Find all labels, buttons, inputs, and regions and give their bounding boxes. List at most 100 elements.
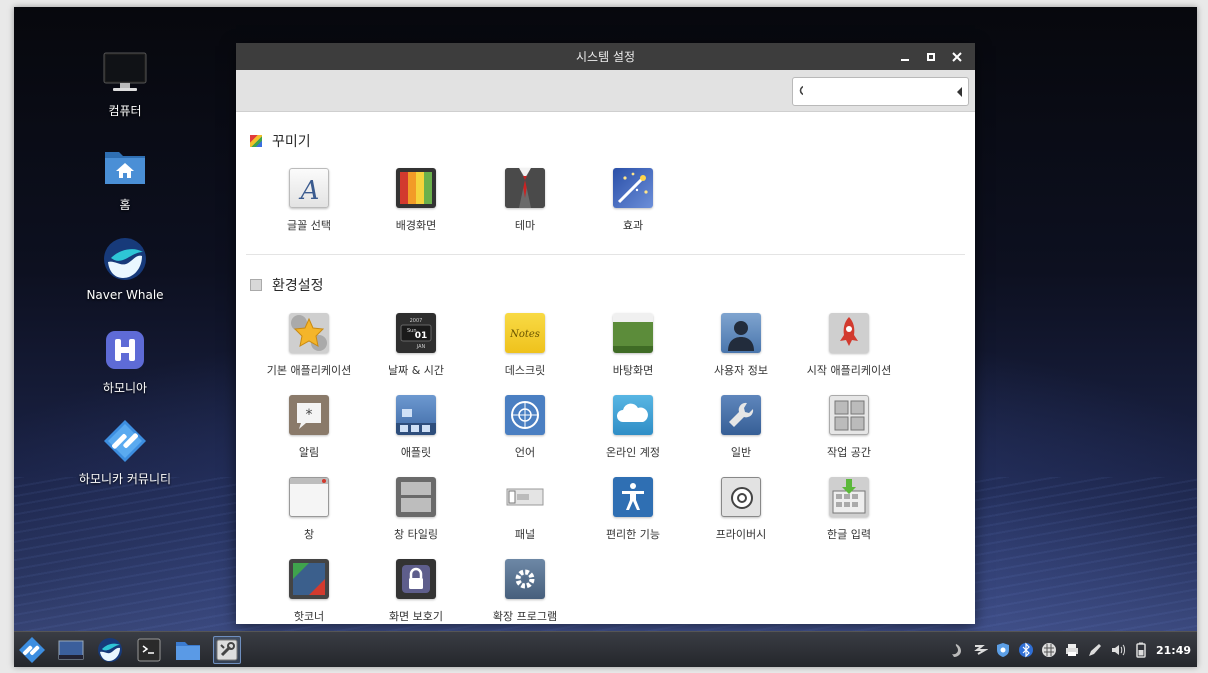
setting-wallpaper[interactable]: 배경화면: [361, 168, 471, 233]
setting-label: 바탕화면: [612, 364, 654, 377]
home-folder-icon: [102, 144, 148, 190]
maximize-icon: [927, 52, 935, 61]
desktop-icon-naver-whale[interactable]: Naver Whale: [65, 236, 185, 302]
setting-label: 확장 프로그램: [492, 610, 558, 623]
theme-icon: [505, 168, 545, 208]
setting-label: 테마: [514, 219, 536, 232]
desktop-icon-harmonia[interactable]: 하모니아: [65, 327, 185, 396]
setting-label: 배경화면: [395, 219, 437, 232]
volume-icon[interactable]: [1110, 642, 1126, 658]
calendar-icon: 2007 Sun 01 JAN: [396, 313, 436, 353]
keyboard-icon: [829, 477, 869, 517]
setting-hangul-input[interactable]: 한글 입력: [794, 477, 904, 542]
system-tray: 21:49: [949, 632, 1191, 667]
folder-icon: [176, 642, 200, 660]
system-settings-window: 시스템 설정 꾸미기 A 글꼴 선택 배경화면 테마 효과 환경설정 기본 애플…: [236, 43, 975, 624]
setting-windows[interactable]: 창: [254, 477, 364, 542]
setting-label: 기본 애플리케이션: [266, 364, 352, 377]
battery-icon[interactable]: [1133, 642, 1149, 658]
setting-applets[interactable]: 애플릿: [361, 395, 471, 460]
desklet-icon: Notes: [505, 313, 545, 353]
setting-extensions[interactable]: 확장 프로그램: [470, 559, 580, 624]
setting-privacy[interactable]: 프라이버시: [686, 477, 796, 542]
desktop-icon-computer[interactable]: 컴퓨터: [65, 50, 185, 119]
accessibility-icon: [613, 477, 653, 517]
setting-label: 창 타일링: [394, 528, 438, 541]
preferences-icon: [250, 279, 262, 291]
desktop-icon-label: 컴퓨터: [108, 104, 142, 118]
extensions-icon: [505, 559, 545, 599]
maximize-button[interactable]: [921, 47, 941, 67]
desktop-icon-label: 하모니카 커뮤니티: [78, 472, 172, 486]
clear-search-icon[interactable]: [956, 86, 962, 98]
privacy-icon: [721, 477, 761, 517]
show-desktop-icon: [58, 640, 84, 660]
setting-hot-corners[interactable]: 핫코너: [254, 559, 364, 624]
setting-font[interactable]: A 글꼴 선택: [254, 168, 364, 233]
terminal-launcher[interactable]: [135, 636, 163, 664]
menu-button[interactable]: [18, 636, 46, 664]
clock[interactable]: 21:49: [1156, 644, 1191, 657]
section-divider: [246, 254, 965, 255]
setting-label: 화면 보호기: [388, 610, 444, 623]
system-settings-task[interactable]: [213, 636, 241, 664]
bluetooth-icon[interactable]: [1018, 642, 1034, 658]
setting-startup-apps[interactable]: 시작 애플리케이션: [794, 313, 904, 378]
setting-label: 프라이버시: [715, 528, 767, 541]
setting-preferred-apps[interactable]: 기본 애플리케이션: [254, 313, 364, 378]
section-title: 꾸미기: [272, 134, 311, 150]
workspace-icon: [829, 395, 869, 435]
desklet-text: Notes: [509, 329, 540, 340]
close-icon: [952, 51, 962, 62]
setting-label: 사용자 정보: [713, 364, 769, 377]
setting-general[interactable]: 일반: [686, 395, 796, 460]
settings-app-icon: [216, 639, 238, 661]
whale-launcher[interactable]: [96, 636, 124, 664]
setting-languages[interactable]: 언어: [470, 395, 580, 460]
setting-desklets[interactable]: Notes 데스크릿: [470, 313, 580, 378]
setting-accessibility[interactable]: 편리한 기능: [578, 477, 688, 542]
whale-icon: [102, 236, 148, 282]
setting-online-accounts[interactable]: 온라인 계정: [578, 395, 688, 460]
setting-label: 일반: [730, 446, 752, 459]
minimize-button[interactable]: [895, 47, 915, 67]
appearance-icon: [250, 135, 262, 147]
search-input[interactable]: [806, 81, 957, 102]
setting-workspaces[interactable]: 작업 공간: [794, 395, 904, 460]
svg-text:A: A: [299, 176, 320, 206]
setting-notifications[interactable]: * 알림: [254, 395, 364, 460]
terminal-icon: [137, 638, 161, 662]
setting-account-details[interactable]: 사용자 정보: [686, 313, 796, 378]
show-desktop-button[interactable]: [57, 636, 85, 664]
setting-label: 작업 공간: [827, 446, 871, 459]
setting-label: 시작 애플리케이션: [806, 364, 892, 377]
user-icon: [721, 313, 761, 353]
setting-label: 핫코너: [293, 610, 325, 623]
input-method-icon[interactable]: [1041, 642, 1057, 658]
search-box[interactable]: [792, 77, 969, 106]
window-controls: [895, 43, 967, 70]
setting-label: 글꼴 선택: [287, 219, 331, 232]
shield-icon[interactable]: [995, 642, 1011, 658]
panel-icon: [505, 477, 545, 517]
hotcorner-icon: [289, 559, 329, 599]
pen-icon[interactable]: [1087, 642, 1103, 658]
desktop-icon: [613, 313, 653, 353]
setting-screensaver[interactable]: 화면 보호기: [361, 559, 471, 624]
effects-icon: [613, 168, 653, 208]
setting-date-time[interactable]: 2007 Sun 01 JAN 날짜 & 시간: [361, 313, 471, 378]
network-icon[interactable]: [972, 642, 989, 658]
update-icon[interactable]: [949, 642, 965, 658]
window-title: 시스템 설정: [575, 50, 635, 64]
setting-panel[interactable]: 패널: [470, 477, 580, 542]
close-button[interactable]: [947, 47, 967, 67]
setting-theme[interactable]: 테마: [470, 168, 580, 233]
window-titlebar[interactable]: 시스템 설정: [236, 43, 975, 70]
setting-window-tiling[interactable]: 창 타일링: [361, 477, 471, 542]
desktop-icon-home[interactable]: 홈: [65, 144, 185, 213]
files-launcher[interactable]: [174, 636, 202, 664]
desktop-icon-harmonica-community[interactable]: 하모니카 커뮤니티: [65, 418, 185, 487]
setting-effects[interactable]: 효과: [578, 168, 688, 233]
setting-desktop[interactable]: 바탕화면: [578, 313, 688, 378]
printer-icon[interactable]: [1064, 642, 1080, 658]
